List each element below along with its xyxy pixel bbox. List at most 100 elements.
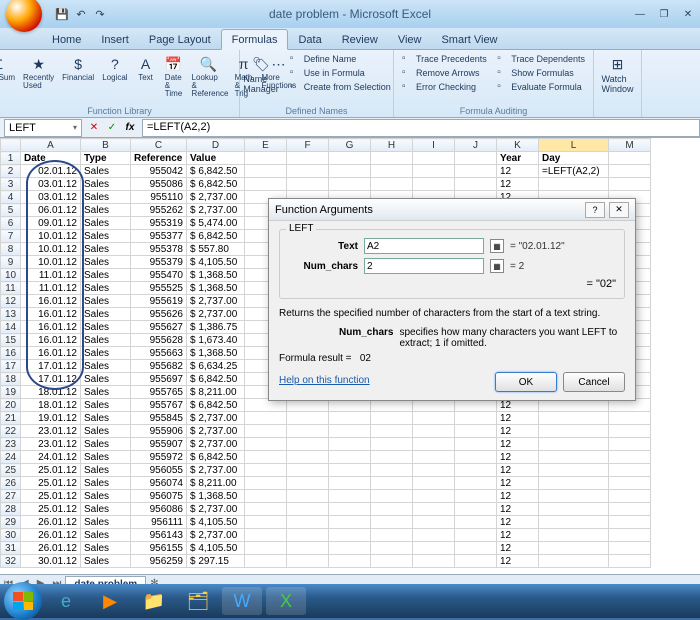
cell[interactable]: Sales xyxy=(81,451,131,464)
cell[interactable]: $ 6,842.50 xyxy=(187,178,245,191)
cell[interactable]: 16.01.12 xyxy=(21,347,81,360)
cell[interactable] xyxy=(371,178,413,191)
cell[interactable] xyxy=(539,477,609,490)
cell[interactable]: Sales xyxy=(81,295,131,308)
row-header[interactable]: 12 xyxy=(1,295,21,308)
cell[interactable]: $ 1,368.50 xyxy=(187,490,245,503)
cell[interactable] xyxy=(329,542,371,555)
cell[interactable]: $ 2,737.00 xyxy=(187,412,245,425)
remove-arrows-button[interactable]: ▫Remove Arrows xyxy=(400,66,489,80)
cell[interactable]: 955767 xyxy=(131,399,187,412)
cell[interactable]: Sales xyxy=(81,308,131,321)
cell[interactable]: Sales xyxy=(81,425,131,438)
cell[interactable] xyxy=(371,529,413,542)
cell[interactable] xyxy=(413,425,455,438)
cell[interactable] xyxy=(245,412,287,425)
cell[interactable]: 12 xyxy=(497,464,539,477)
cell[interactable] xyxy=(539,516,609,529)
cell[interactable] xyxy=(287,464,329,477)
cell[interactable]: 17.01.12 xyxy=(21,373,81,386)
cell[interactable] xyxy=(329,503,371,516)
tab-formulas[interactable]: Formulas xyxy=(221,29,289,50)
cell[interactable]: 26.01.12 xyxy=(21,529,81,542)
cell[interactable] xyxy=(455,165,497,178)
cell[interactable]: 23.01.12 xyxy=(21,438,81,451)
cell[interactable]: 956143 xyxy=(131,529,187,542)
col-header-C[interactable]: C xyxy=(131,139,187,152)
row-header[interactable]: 23 xyxy=(1,438,21,451)
cell[interactable]: Sales xyxy=(81,360,131,373)
tab-data[interactable]: Data xyxy=(288,30,331,49)
cell[interactable]: 16.01.12 xyxy=(21,321,81,334)
cell[interactable]: 12 xyxy=(497,516,539,529)
formula-input[interactable]: =LEFT(A2,2) xyxy=(142,119,700,137)
cell[interactable]: Sales xyxy=(81,438,131,451)
cell[interactable]: 11.01.12 xyxy=(21,269,81,282)
cell[interactable]: 12 xyxy=(497,503,539,516)
collapse-dialog-icon[interactable]: ▦ xyxy=(490,259,504,273)
cell[interactable] xyxy=(413,477,455,490)
cell[interactable]: 03.01.12 xyxy=(21,191,81,204)
autosum-button[interactable]: ΣAutoSum xyxy=(0,52,18,100)
excel-icon[interactable]: X xyxy=(266,587,306,615)
cell[interactable]: 12 xyxy=(497,529,539,542)
cell[interactable]: 06.01.12 xyxy=(21,204,81,217)
cell[interactable]: $ 2,737.00 xyxy=(187,503,245,516)
cell[interactable] xyxy=(371,490,413,503)
cell[interactable] xyxy=(539,464,609,477)
cell[interactable]: 955906 xyxy=(131,425,187,438)
cell[interactable] xyxy=(329,464,371,477)
cell[interactable]: 12 xyxy=(497,178,539,191)
redo-icon[interactable]: ↷ xyxy=(92,6,108,22)
cell[interactable] xyxy=(245,464,287,477)
cell[interactable]: 956074 xyxy=(131,477,187,490)
cell[interactable] xyxy=(609,152,651,165)
cell[interactable]: $ 1,368.50 xyxy=(187,282,245,295)
minimize-button[interactable]: — xyxy=(628,6,652,22)
cell[interactable] xyxy=(609,451,651,464)
tab-insert[interactable]: Insert xyxy=(91,30,139,49)
row-header[interactable]: 2 xyxy=(1,165,21,178)
cell[interactable]: 955377 xyxy=(131,230,187,243)
cell[interactable]: Day xyxy=(539,152,609,165)
cell[interactable] xyxy=(329,529,371,542)
cell[interactable]: $ 4,105.50 xyxy=(187,516,245,529)
cell[interactable] xyxy=(371,412,413,425)
cell[interactable]: 12 xyxy=(497,477,539,490)
cell[interactable]: $ 2,737.00 xyxy=(187,438,245,451)
row-header[interactable]: 11 xyxy=(1,282,21,295)
lookup---reference-button[interactable]: 🔍Lookup&Reference xyxy=(189,52,229,100)
cell[interactable] xyxy=(371,425,413,438)
cell[interactable]: Sales xyxy=(81,386,131,399)
cell[interactable]: 956075 xyxy=(131,490,187,503)
cell[interactable] xyxy=(329,451,371,464)
cell[interactable] xyxy=(413,178,455,191)
cell[interactable]: Sales xyxy=(81,555,131,568)
start-button[interactable] xyxy=(4,582,42,620)
cell[interactable]: 25.01.12 xyxy=(21,477,81,490)
cell[interactable] xyxy=(245,542,287,555)
row-header[interactable]: 30 xyxy=(1,529,21,542)
cell[interactable] xyxy=(413,438,455,451)
cell[interactable] xyxy=(455,490,497,503)
cell[interactable]: Sales xyxy=(81,165,131,178)
cell[interactable] xyxy=(371,165,413,178)
cell[interactable] xyxy=(413,542,455,555)
cell[interactable]: 26.01.12 xyxy=(21,542,81,555)
select-all[interactable] xyxy=(1,139,21,152)
cell[interactable] xyxy=(609,438,651,451)
dialog-close-icon[interactable]: ✕ xyxy=(609,202,629,218)
cell[interactable] xyxy=(413,152,455,165)
cell[interactable]: Sales xyxy=(81,269,131,282)
cell[interactable]: 18.01.12 xyxy=(21,399,81,412)
save-icon[interactable]: 💾 xyxy=(54,6,70,22)
cell[interactable] xyxy=(413,503,455,516)
row-header[interactable]: 8 xyxy=(1,243,21,256)
cell[interactable]: 955972 xyxy=(131,451,187,464)
row-header[interactable]: 17 xyxy=(1,360,21,373)
cell[interactable]: 23.01.12 xyxy=(21,425,81,438)
col-header-I[interactable]: I xyxy=(413,139,455,152)
cell[interactable]: $ 297.15 xyxy=(187,555,245,568)
row-header[interactable]: 3 xyxy=(1,178,21,191)
col-header-A[interactable]: A xyxy=(21,139,81,152)
